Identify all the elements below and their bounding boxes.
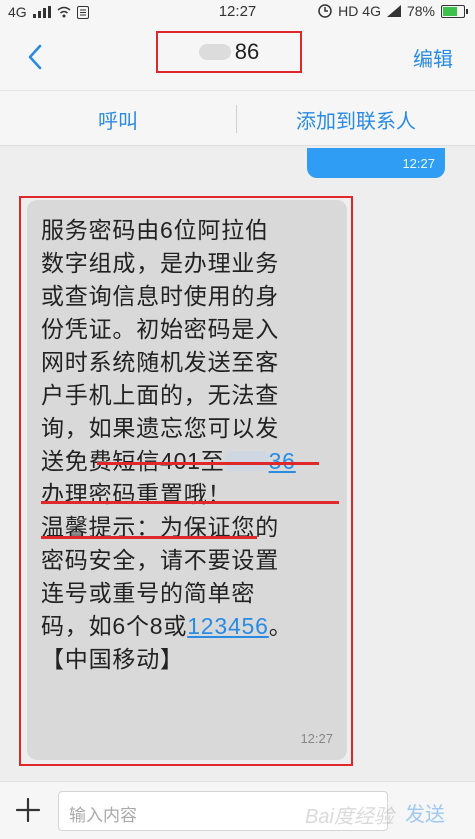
- highlight-underline: [41, 501, 339, 504]
- plus-icon[interactable]: [14, 796, 42, 824]
- sent-message-bubble[interactable]: 12:27: [307, 148, 445, 178]
- message-line: 询，如果遗忘您可以发: [41, 415, 279, 441]
- phone-number-suffix: 36: [268, 448, 296, 474]
- message-line-text: 码，如6个8或: [41, 613, 188, 639]
- action-bar: 呼叫 添加到联系人: [0, 90, 475, 146]
- contact-number-suffix: 86: [234, 39, 260, 64]
- send-button[interactable]: 发送: [405, 798, 445, 827]
- message-line: 码，如6个8或123456。: [41, 610, 341, 643]
- call-button[interactable]: 呼叫: [0, 105, 236, 134]
- message-text: 服务密码由6位阿拉伯 数字组成，是办理业务 或查询信息时使用的身 份凭证。初始密…: [41, 214, 341, 676]
- message-line: 密码安全，请不要设置: [41, 547, 279, 573]
- battery-percent: 78%: [406, 3, 435, 19]
- message-line: 【中国移动】: [41, 646, 184, 672]
- contact-title: 86: [156, 31, 302, 73]
- message-line-text: 送免费短信401至: [41, 448, 225, 474]
- redacted-number: [224, 451, 269, 471]
- status-bar: 4G 12:27 HD 4G 78%: [0, 0, 475, 24]
- number-link[interactable]: 123456: [187, 613, 269, 639]
- received-message-bubble[interactable]: 服务密码由6位阿拉伯 数字组成，是办理业务 或查询信息时使用的身 份凭证。初始密…: [27, 200, 347, 760]
- compose-bar: 输入内容 发送: [0, 781, 475, 839]
- sent-message-time: 12:27: [402, 156, 435, 171]
- add-to-contacts-button[interactable]: 添加到联系人: [237, 105, 475, 134]
- alarm-icon: [318, 4, 332, 18]
- highlight-underline: [97, 462, 319, 465]
- phone-number-link[interactable]: 36: [224, 448, 296, 474]
- watermark: Bai度经验: [305, 806, 394, 828]
- received-message-time: 12:27: [300, 731, 333, 746]
- message-line: 连号或重号的简单密: [41, 580, 256, 606]
- battery-icon: [441, 4, 468, 18]
- message-line: 户手机上面的，无法查: [41, 382, 279, 408]
- message-line: 数字组成，是办理业务: [41, 250, 279, 276]
- network-label: HD 4G: [338, 3, 381, 19]
- highlight-underline: [41, 536, 257, 539]
- redacted-number: [198, 44, 231, 60]
- status-right: HD 4G 78%: [318, 3, 468, 19]
- conversation-header: 86 编辑: [0, 24, 475, 90]
- back-arrow-icon[interactable]: [20, 40, 54, 74]
- message-line: 服务密码由6位阿拉伯: [41, 217, 269, 243]
- message-line: 网时系统随机发送至客: [41, 349, 279, 375]
- message-line: 办理密码重置哦！: [41, 481, 232, 507]
- signal-strength-icon: [386, 5, 401, 17]
- edit-button[interactable]: 编辑: [413, 43, 453, 72]
- message-line: 份凭证。初始密码是入: [41, 316, 279, 342]
- message-line: 或查询信息时使用的身: [41, 283, 279, 309]
- message-line: 温馨提示：为保证您的: [41, 514, 279, 540]
- message-line-text: 。: [268, 613, 293, 639]
